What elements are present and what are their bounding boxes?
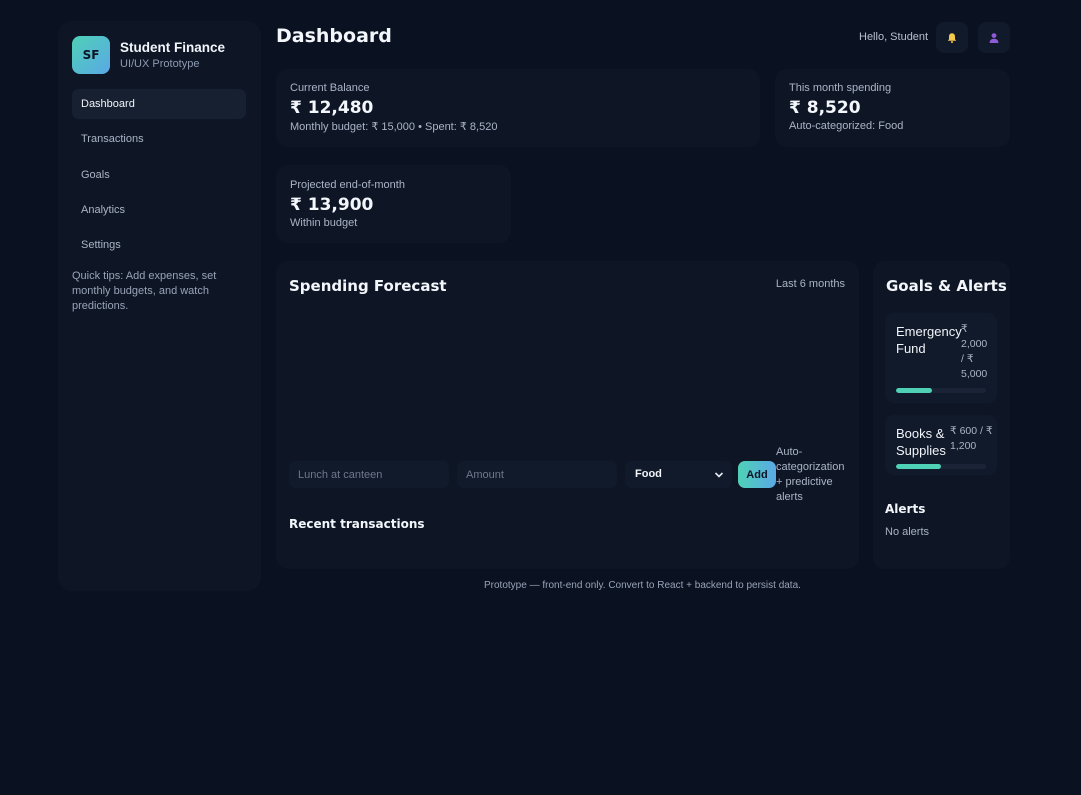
auto-categorization-note: Auto-categorization + predictive alerts xyxy=(776,446,845,503)
month-spending-card: This month spending ₹ 8,520 Auto-categor… xyxy=(775,69,1010,147)
greeting: Hello, Student xyxy=(859,31,929,43)
sidebar-item-goals[interactable]: Goals xyxy=(72,160,246,190)
bell-icon xyxy=(947,32,957,43)
alerts-empty-state: No alerts xyxy=(885,526,930,538)
quick-tips: Quick tips: Add expenses, set monthly bu… xyxy=(72,270,217,312)
goals-title: Goals & Alerts xyxy=(886,277,1007,295)
month-spending-detail: Auto-categorized: Food xyxy=(789,120,904,132)
goal-progress-bar xyxy=(896,388,986,393)
alerts-title: Alerts xyxy=(885,502,926,516)
chevron-down-icon xyxy=(714,472,724,478)
brand-logo: SF xyxy=(72,36,110,74)
goal-name: Emergency Fund xyxy=(896,324,962,356)
sidebar-item-transactions[interactable]: Transactions xyxy=(72,124,246,154)
balance-label: Current Balance xyxy=(290,82,370,94)
balance-value: ₹ 12,480 xyxy=(290,98,374,118)
sidebar: SF Student Finance UI/UX Prototype Dashb… xyxy=(58,21,261,591)
page-title: Dashboard xyxy=(276,25,392,47)
current-balance-card: Current Balance ₹ 12,480 Monthly budget:… xyxy=(276,69,760,147)
month-spending-value: ₹ 8,520 xyxy=(789,98,861,118)
notifications-button[interactable] xyxy=(936,22,968,53)
projected-detail: Within budget xyxy=(290,217,358,229)
goal-progress-fill xyxy=(896,464,941,469)
profile-button[interactable] xyxy=(978,22,1010,53)
brand: SF Student Finance UI/UX Prototype xyxy=(72,36,225,74)
goal-card-books-supplies: Books & Supplies ₹ 600 / ₹ 1,200 xyxy=(885,415,997,475)
goal-progress-fill xyxy=(896,388,932,393)
add-button[interactable]: Add xyxy=(738,461,776,488)
goal-amount: ₹ 600 / ₹ 1,200 xyxy=(950,425,993,452)
goal-progress-bar xyxy=(896,464,986,469)
amount-input[interactable] xyxy=(457,461,617,488)
goals-alerts-panel: Goals & Alerts Emergency Fund ₹ 2,000 / … xyxy=(873,261,1010,569)
brand-subtitle: UI/UX Prototype xyxy=(120,58,200,70)
description-input[interactable] xyxy=(289,461,449,488)
goal-name: Books & Supplies xyxy=(896,426,946,458)
goal-amount: ₹ 2,000 / ₹ 5,000 xyxy=(961,323,988,380)
category-select[interactable]: Food xyxy=(625,461,732,488)
balance-detail: Monthly budget: ₹ 15,000 • Spent: ₹ 8,52… xyxy=(290,121,498,133)
month-spending-label: This month spending xyxy=(789,82,892,94)
brand-title: Student Finance xyxy=(120,40,226,55)
footer-note: Prototype — front-end only. Convert to R… xyxy=(484,580,801,591)
projected-label: Projected end-of-month xyxy=(290,179,405,191)
forecast-title: Spending Forecast xyxy=(289,277,447,295)
sidebar-nav: Dashboard Transactions Goals Analytics S… xyxy=(72,89,246,265)
sidebar-item-settings[interactable]: Settings xyxy=(72,230,246,260)
forecast-chart-area xyxy=(289,309,846,449)
forecast-range: Last 6 months xyxy=(775,278,845,290)
user-icon xyxy=(989,32,999,43)
category-selected: Food xyxy=(635,468,662,480)
sidebar-item-analytics[interactable]: Analytics xyxy=(72,195,246,225)
projected-card: Projected end-of-month ₹ 13,900 Within b… xyxy=(276,165,511,243)
projected-value: ₹ 13,900 xyxy=(290,195,374,215)
sidebar-item-dashboard[interactable]: Dashboard xyxy=(72,89,246,119)
spending-forecast-panel: Spending Forecast Last 6 months Food Add… xyxy=(276,261,859,569)
goal-card-emergency-fund: Emergency Fund ₹ 2,000 / ₹ 5,000 xyxy=(885,313,997,403)
recent-transactions-title: Recent transactions xyxy=(289,517,425,531)
